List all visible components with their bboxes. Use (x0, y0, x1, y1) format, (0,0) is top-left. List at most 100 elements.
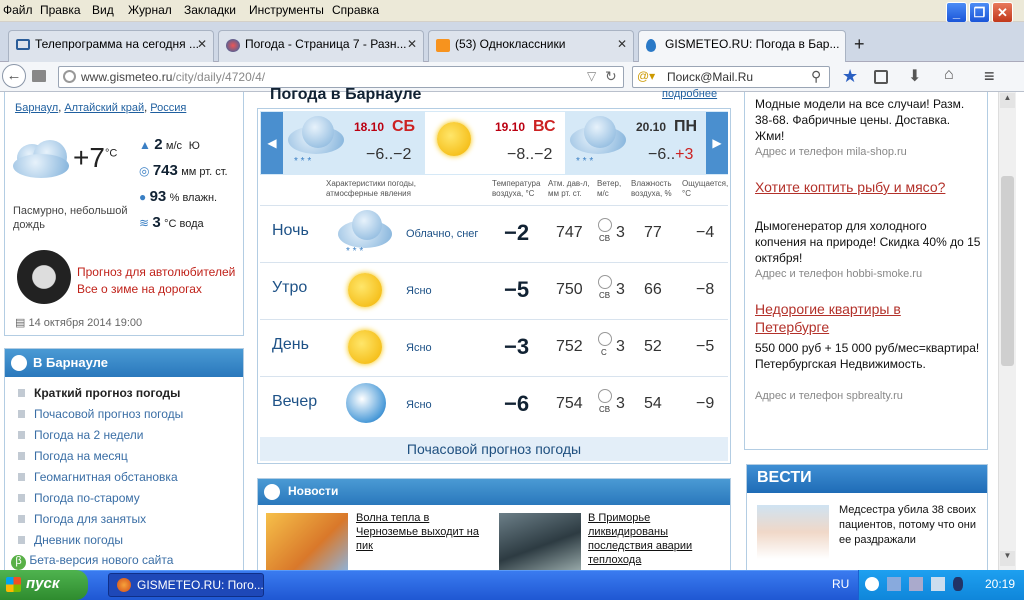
wind-rose-icon (598, 332, 612, 346)
bookmarks-list-icon[interactable] (874, 70, 888, 84)
page-scrollbar[interactable]: ▲ ▼ (998, 92, 1016, 570)
day-card-sun[interactable]: 19.10 ВС −8..−2 (425, 112, 565, 174)
current-temp: +7°C (73, 142, 118, 173)
news-image[interactable] (266, 513, 348, 571)
col-header-humidity: Влажность воздуха, % (631, 179, 672, 198)
ad-text[interactable]: Дымогенератор для холодного копчения на … (755, 218, 981, 266)
tire-icon (17, 250, 71, 304)
city-menu-header: В Барнауле (5, 349, 243, 377)
bookmark-star-icon[interactable]: ★ (842, 66, 858, 87)
tab-title: (53) Одноклассники (455, 37, 566, 51)
windows-logo-icon (6, 577, 21, 592)
home-icon[interactable]: ⌂ (944, 66, 954, 84)
menu-item-2weeks[interactable]: Погода на 2 недели (18, 428, 144, 442)
tab-gismeteo[interactable]: GISMETEO.RU: Погода в Бар... (638, 30, 846, 62)
menu-item-geomagnetic[interactable]: Геомагнитная обстановка (18, 470, 178, 484)
menu-item-busy[interactable]: Погода для занятых (17, 512, 146, 526)
search-icon[interactable]: ⚲ (811, 68, 821, 85)
news-header: Новости (258, 479, 730, 505)
news-link[interactable]: В Приморье ликвидированы последствия ава… (588, 511, 718, 567)
menu-icon[interactable]: ≡ (984, 66, 995, 87)
breadcrumb-country[interactable]: Россия (150, 102, 186, 114)
auto-promo[interactable]: Прогноз для автолюбителей Все о зиме на д… (77, 264, 235, 298)
sun-icon (348, 330, 382, 364)
ad-contact[interactable]: Адрес и телефон spbrealty.ru (755, 390, 903, 402)
start-button[interactable]: пуск (0, 570, 88, 600)
address-bar[interactable]: www.gismeteo.ru/city/daily/4720/4/ ▽ ↻ (58, 66, 624, 88)
taskbar-firefox-window[interactable]: GISMETEO.RU: Пого... (108, 573, 264, 597)
language-indicator[interactable]: RU (832, 577, 849, 591)
bluetooth-icon (953, 577, 963, 591)
close-window-button[interactable]: ✕ (992, 2, 1013, 23)
minimize-button[interactable]: _ (946, 2, 967, 23)
menu-item-old-style[interactable]: Погода по-старому (18, 491, 140, 505)
menu-view[interactable]: Вид (92, 3, 114, 17)
close-tab-icon[interactable]: ✕ (407, 37, 417, 51)
download-icon[interactable]: ⬇ (908, 66, 921, 86)
tray-arrow-icon (865, 577, 879, 591)
new-tab-button[interactable]: + (854, 34, 865, 55)
ad-title[interactable]: Недорогие квартиры в Петербурге (755, 300, 955, 336)
day-card-mon[interactable]: * * * 20.10 ПН −6..+3 (566, 112, 706, 174)
ad-contact[interactable]: Адрес и телефон mila-shop.ru (755, 146, 907, 158)
vesti-image[interactable] (757, 505, 829, 559)
vesti-link[interactable]: Медсестра убила 38 своих пациентов, пото… (839, 503, 983, 548)
col-header-conditions: Характеристики погоды, атмосферные явлен… (326, 179, 416, 198)
tab-title: GISMETEO.RU: Погода в Бар... (665, 37, 840, 51)
cloud-snow-icon: * * * (338, 210, 394, 257)
menu-file[interactable]: Файл (3, 3, 33, 17)
menu-tools[interactable]: Инструменты (249, 3, 324, 17)
col-header-feels: Ощущается, °С (682, 179, 729, 198)
menu-history[interactable]: Журнал (128, 3, 172, 17)
next-days-button[interactable]: ▶ (706, 112, 728, 174)
reload-icon[interactable]: ↻ (605, 68, 617, 85)
forecast-row: Ночь * * * Облачно, снег −2 747 СВ 3 77 … (260, 205, 728, 262)
tab-tv[interactable]: Телепрограмма на сегодня ... ✕ (8, 30, 214, 62)
close-tab-icon[interactable]: ✕ (197, 37, 207, 51)
ad-contact[interactable]: Адрес и телефон hobbi-smoke.ru (755, 268, 922, 280)
wind-info: ▲ 2 м/с Ю (139, 136, 200, 153)
menu-help[interactable]: Справка (332, 3, 379, 17)
forecast-row: Утро Ясно −5 750 СВ 3 66 −8 (260, 262, 728, 319)
globe-icon (63, 70, 76, 83)
current-desc: Пасмурно, небольшой дождь (13, 205, 128, 231)
wave-icon: ≋ (139, 216, 150, 230)
back-button[interactable]: ← (2, 64, 26, 88)
ad-title[interactable]: Хотите коптить рыбу и мясо? (755, 178, 955, 196)
tab-weather-page[interactable]: Погода - Страница 7 - Разн... ✕ (218, 30, 424, 62)
scroll-down-button[interactable]: ▼ (1000, 551, 1015, 566)
news-link[interactable]: Волна тепла в Черноземье выходит на пик (356, 511, 484, 553)
city-menu-panel: В Барнауле Краткий прогноз погоды Почасо… (4, 348, 244, 570)
globe-icon (226, 39, 240, 52)
cloud-snow-icon (288, 116, 344, 156)
maximize-button[interactable]: ❐ (969, 2, 990, 23)
menu-bookmarks[interactable]: Закладки (184, 3, 236, 17)
tab-odnoklassniki[interactable]: (53) Одноклассники ✕ (428, 30, 634, 62)
forecast-row: Вечер Ясно −6 754 СВ 3 54 −9 (260, 376, 728, 433)
beta-link[interactable]: β Бета-версия нового сайта (11, 553, 173, 570)
breadcrumb-city[interactable]: Барнаул (15, 102, 58, 114)
search-placeholder: Поиск@Mail.Ru (667, 70, 754, 84)
menu-edit[interactable]: Правка (40, 3, 81, 17)
breadcrumb-region[interactable]: Алтайский край (64, 102, 144, 114)
forecast-more-link[interactable]: подробнее (662, 88, 717, 100)
dropdown-icon[interactable]: ▽ (587, 69, 596, 83)
news-image[interactable] (499, 513, 581, 571)
day-card-sat[interactable]: * * * 18.10 СБ −6..−2 (284, 112, 424, 174)
ad-text[interactable]: 550 000 руб + 15 000 руб/мес=квартира! П… (755, 340, 981, 372)
network-icon (887, 577, 901, 591)
water-info: ≋ 3 °С вода (139, 214, 204, 231)
menu-item-diary[interactable]: Дневник погоды (17, 533, 123, 547)
close-tab-icon[interactable]: ✕ (617, 37, 627, 51)
menu-item-hourly[interactable]: Почасовой прогноз погоды (17, 407, 183, 421)
ad-text[interactable]: Модные модели на все случаи! Разм. 38-68… (755, 96, 981, 144)
search-box[interactable]: @▾ Поиск@Mail.Ru ⚲ (632, 66, 830, 88)
prev-days-button[interactable]: ◀ (261, 112, 283, 174)
tab-title: Телепрограмма на сегодня ... (35, 37, 199, 51)
clock: 20:19 (985, 577, 1016, 591)
hourly-forecast-link[interactable]: Почасовой прогноз погоды (260, 437, 728, 461)
menu-item-short-forecast[interactable]: Краткий прогноз погоды (17, 386, 180, 400)
scroll-up-button[interactable]: ▲ (1000, 93, 1015, 108)
menu-item-month[interactable]: Погода на месяц (18, 449, 128, 463)
scroll-thumb[interactable] (1001, 176, 1014, 366)
